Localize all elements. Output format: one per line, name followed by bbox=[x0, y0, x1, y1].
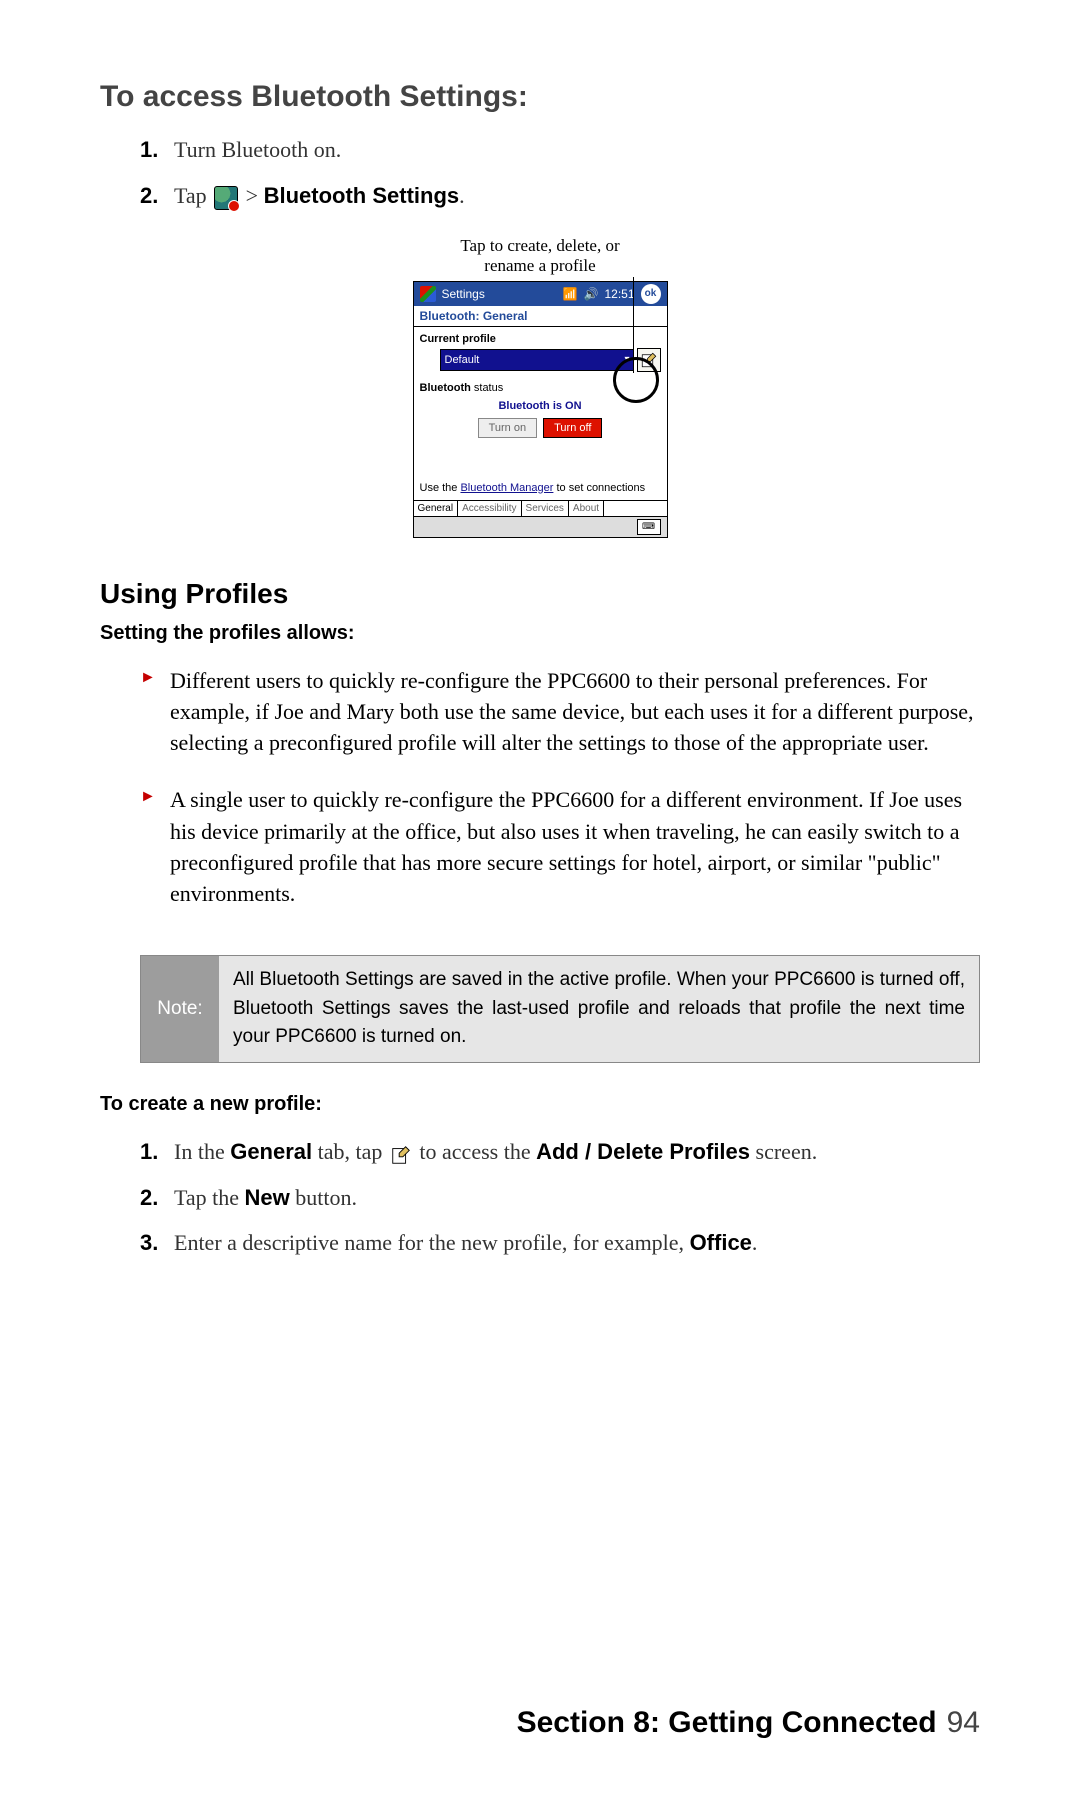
profiles-bullets: Different users to quickly re-configure … bbox=[100, 665, 980, 936]
current-profile-label: Current profile bbox=[420, 333, 661, 345]
bullet-1: Different users to quickly re-configure … bbox=[140, 665, 980, 759]
steps-access: Turn Bluetooth on. Tap > Bluetooth Setti… bbox=[100, 134, 980, 226]
callout: Settings 📶 🔊 12:51 ok Bluetooth: General… bbox=[413, 281, 668, 538]
footer-page-number: 94 bbox=[947, 1706, 980, 1740]
step-2-sep: > bbox=[246, 183, 264, 208]
step-2-bold: Bluetooth Settings bbox=[264, 183, 460, 208]
step-2-period: . bbox=[459, 183, 465, 208]
figure-caption-l1: Tap to create, delete, or bbox=[460, 236, 619, 255]
note-box: Note: All Bluetooth Settings are saved i… bbox=[140, 955, 980, 1063]
device-tabs: General Accessibility Services About bbox=[414, 500, 667, 516]
keyboard-icon[interactable]: ⌨ bbox=[637, 519, 661, 535]
create-s1-b1: General bbox=[230, 1139, 312, 1164]
step-2-pre: Tap bbox=[174, 183, 212, 208]
device-screen-title: Bluetooth: General bbox=[414, 306, 667, 327]
tab-accessibility[interactable]: Accessibility bbox=[458, 501, 521, 516]
subheading-setting-allows: Setting the profiles allows: bbox=[100, 622, 980, 645]
sound-icon: 🔊 bbox=[584, 287, 599, 301]
manager-post: to set connections bbox=[556, 482, 645, 494]
manager-pre: Use the bbox=[420, 482, 461, 494]
figure: Tap to create, delete, or rename a profi… bbox=[413, 236, 668, 538]
callout-circle-icon bbox=[613, 357, 659, 403]
create-s3-post: . bbox=[752, 1230, 758, 1255]
profile-dropdown-value: Default bbox=[445, 354, 480, 366]
create-s3-pre: Enter a descriptive name for the new pro… bbox=[174, 1230, 690, 1255]
tab-general[interactable]: General bbox=[414, 501, 459, 516]
create-s2-pre: Tap the bbox=[174, 1185, 245, 1210]
step-2: Tap > Bluetooth Settings. bbox=[140, 180, 980, 212]
device-bottom-bar: ⌨ bbox=[414, 516, 667, 537]
figure-caption: Tap to create, delete, or rename a profi… bbox=[460, 236, 619, 277]
tab-about[interactable]: About bbox=[569, 501, 604, 516]
device-title: Settings bbox=[442, 287, 485, 301]
bluetooth-status-value: Bluetooth is ON bbox=[420, 400, 661, 412]
note-text: All Bluetooth Settings are saved in the … bbox=[219, 956, 979, 1062]
step-1: Turn Bluetooth on. bbox=[140, 134, 980, 166]
bluetooth-tray-icon bbox=[214, 186, 238, 210]
create-step-3: Enter a descriptive name for the new pro… bbox=[140, 1227, 980, 1259]
footer-section: Section 8: Getting Connected bbox=[517, 1706, 937, 1740]
create-s1-post: to access the bbox=[419, 1139, 536, 1164]
status-buttons: Turn on Turn off bbox=[420, 418, 661, 438]
device-screenshot: Settings 📶 🔊 12:51 ok Bluetooth: General… bbox=[413, 281, 668, 538]
bluetooth-manager-link[interactable]: Bluetooth Manager bbox=[460, 482, 553, 494]
page-footer: Section 8: Getting Connected 94 bbox=[100, 1706, 980, 1740]
create-s2-post: button. bbox=[290, 1185, 357, 1210]
create-s1-pre: In the bbox=[174, 1139, 230, 1164]
create-s1-mid: tab, tap bbox=[312, 1139, 388, 1164]
profile-dropdown[interactable]: Default bbox=[440, 349, 634, 371]
steps-create: In the General tab, tap to access the Ad… bbox=[100, 1136, 980, 1274]
create-s2-b: New bbox=[245, 1185, 290, 1210]
start-icon[interactable] bbox=[420, 286, 436, 302]
note-label: Note: bbox=[141, 956, 219, 1062]
figure-caption-l2: rename a profile bbox=[484, 256, 595, 275]
create-s3-b: Office bbox=[690, 1230, 752, 1255]
device-title-bar: Settings 📶 🔊 12:51 ok bbox=[414, 282, 667, 306]
step-1-text: Turn Bluetooth on. bbox=[174, 137, 341, 162]
bullet-2: A single user to quickly re-configure th… bbox=[140, 784, 980, 909]
create-step-2: Tap the New button. bbox=[140, 1182, 980, 1214]
document-page: To access Bluetooth Settings: Turn Bluet… bbox=[0, 0, 1080, 1800]
turn-on-button[interactable]: Turn on bbox=[478, 418, 538, 438]
device-time: 12:51 bbox=[604, 287, 634, 301]
create-step-1: In the General tab, tap to access the Ad… bbox=[140, 1136, 980, 1168]
heading-using-profiles: Using Profiles bbox=[100, 578, 980, 610]
turn-off-button[interactable]: Turn off bbox=[543, 418, 602, 438]
ok-button[interactable]: ok bbox=[641, 284, 661, 304]
profiles-icon bbox=[390, 1143, 412, 1165]
subheading-create-profile: To create a new profile: bbox=[100, 1093, 980, 1116]
heading-access-bluetooth: To access Bluetooth Settings: bbox=[100, 80, 980, 114]
tab-services[interactable]: Services bbox=[522, 501, 569, 516]
create-s1-b2: Add / Delete Profiles bbox=[536, 1139, 750, 1164]
signal-icon: 📶 bbox=[563, 287, 578, 301]
create-s1-end: screen. bbox=[750, 1139, 817, 1164]
manager-hint: Use the Bluetooth Manager to set connect… bbox=[420, 478, 661, 494]
device-body: Current profile Default Bluetooth status… bbox=[414, 327, 667, 500]
